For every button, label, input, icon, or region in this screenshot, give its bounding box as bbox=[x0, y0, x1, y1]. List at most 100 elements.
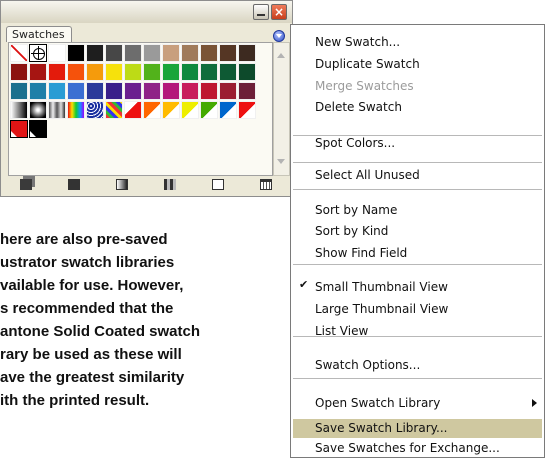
menu-item-sort-by-name[interactable]: Sort by Name bbox=[315, 201, 397, 219]
caption-line: ave the greatest similarity bbox=[0, 369, 185, 386]
menu-item-duplicate-swatch[interactable]: Duplicate Swatch bbox=[315, 55, 420, 73]
swatch-2a9cd4[interactable] bbox=[48, 82, 66, 100]
menu-item-list-view[interactable]: List View bbox=[315, 322, 368, 340]
swatch-be1730[interactable] bbox=[200, 82, 218, 100]
scroll-up-arrow-icon[interactable] bbox=[277, 53, 285, 58]
show-kinds-icon[interactable] bbox=[68, 179, 80, 190]
swatch-6b1f8f[interactable] bbox=[124, 82, 142, 100]
scroll-down-arrow-icon[interactable] bbox=[277, 159, 285, 164]
swatch-e31b0c[interactable] bbox=[48, 63, 66, 81]
minimize-button[interactable] bbox=[253, 4, 269, 20]
menu-item-save-swatches-for-exchange[interactable]: Save Swatches for Exchange... bbox=[315, 439, 500, 457]
swatch-c89f7e[interactable] bbox=[162, 44, 180, 62]
swatch-0f6d3c[interactable] bbox=[200, 63, 218, 81]
swatch-bddb16[interactable] bbox=[124, 63, 142, 81]
swatch-grid bbox=[8, 42, 273, 176]
swatch-9a9a9a[interactable] bbox=[143, 44, 161, 62]
submenu-arrow-icon bbox=[532, 399, 537, 407]
menu-item-merge-swatches: Merge Swatches bbox=[315, 79, 414, 93]
caption-line: vailable for use. However, bbox=[0, 277, 184, 294]
swatch-ffffff[interactable] bbox=[48, 44, 66, 62]
swatch-3d2a20[interactable] bbox=[238, 44, 256, 62]
swatch-6d1f38[interactable] bbox=[238, 82, 256, 100]
swatch-52b21b[interactable] bbox=[143, 63, 161, 81]
swatch-gradient-metal[interactable] bbox=[48, 101, 66, 119]
menu-separator bbox=[293, 189, 542, 190]
tab-swatches[interactable]: Swatches bbox=[6, 26, 72, 42]
swatch-0e8a3e[interactable] bbox=[181, 63, 199, 81]
caption-line: ith the printed result. bbox=[0, 392, 150, 409]
swatch-pattern-multi[interactable] bbox=[105, 101, 123, 119]
swatch-1b6f8e[interactable] bbox=[10, 82, 28, 100]
swatches-panel: × Swatches bbox=[0, 0, 293, 197]
swatch-2b3a9a[interactable] bbox=[86, 82, 104, 100]
menu-item-swatch-options[interactable]: Swatch Options... bbox=[315, 356, 420, 374]
panel-bottom-toolbar bbox=[8, 176, 290, 194]
swatch-pattern-arrow-5[interactable] bbox=[219, 101, 237, 119]
swatch-3a1f8a[interactable] bbox=[105, 82, 123, 100]
swatch-a07b5a[interactable] bbox=[181, 44, 199, 62]
swatch-c81d5a[interactable] bbox=[181, 82, 199, 100]
swatch-f6e10c[interactable] bbox=[105, 63, 123, 81]
swatch-pattern-flag[interactable] bbox=[124, 101, 142, 119]
menu-item-show-find-field[interactable]: Show Find Field bbox=[315, 244, 407, 262]
swatch-options-icon[interactable] bbox=[164, 179, 176, 190]
swatch-0e5a34[interactable] bbox=[219, 63, 237, 81]
vertical-scrollbar[interactable] bbox=[273, 42, 290, 176]
menu-item-large-thumbnail-view[interactable]: Large Thumbnail View bbox=[315, 300, 448, 318]
swatch-b4197a[interactable] bbox=[162, 82, 180, 100]
swatch-0d4a2b[interactable] bbox=[238, 63, 256, 81]
swatch-gradient-bw[interactable] bbox=[10, 101, 28, 119]
library-icon[interactable] bbox=[20, 179, 32, 190]
swatch-f5520c[interactable] bbox=[67, 63, 85, 81]
swatch-1f7fa8[interactable] bbox=[29, 82, 47, 100]
panel-titlebar[interactable]: × bbox=[1, 1, 292, 23]
caption-line: antone Solid Coated swatch bbox=[0, 323, 201, 340]
swatch-a61512[interactable] bbox=[29, 63, 47, 81]
menu-item-open-swatch-library[interactable]: Open Swatch Library bbox=[315, 394, 440, 412]
swatch-pattern-arrow-3[interactable] bbox=[181, 101, 199, 119]
swatch-474747[interactable] bbox=[105, 44, 123, 62]
swatch-pattern-blue[interactable] bbox=[86, 101, 104, 119]
swatch-7a5436[interactable] bbox=[200, 44, 218, 62]
instruction-caption: here are also pre-saved ustrator swatch … bbox=[0, 228, 290, 412]
swatch-pattern-arrow-6[interactable] bbox=[238, 101, 256, 119]
swatch-pattern-arrow-4[interactable] bbox=[200, 101, 218, 119]
menu-separator bbox=[293, 378, 542, 379]
gradient-icon[interactable] bbox=[116, 179, 128, 190]
swatch-8c1310[interactable] bbox=[10, 63, 28, 81]
menu-item-small-thumbnail-view[interactable]: Small Thumbnail View bbox=[315, 278, 448, 296]
caption-line: s recommended that the bbox=[0, 300, 174, 317]
panel-menu-button[interactable] bbox=[273, 30, 285, 42]
swatch-1e1e1e[interactable] bbox=[86, 44, 104, 62]
swatch-none[interactable] bbox=[10, 44, 28, 62]
swatch-000000[interactable] bbox=[67, 44, 85, 62]
close-button[interactable]: × bbox=[271, 4, 287, 20]
swatch-registration[interactable] bbox=[29, 44, 47, 62]
swatch-19a53a[interactable] bbox=[162, 63, 180, 81]
swatches-panel-menu: New Swatch... Duplicate Swatch Merge Swa… bbox=[290, 24, 545, 458]
swatch-pattern-arrow-1[interactable] bbox=[143, 101, 161, 119]
swatch-f59b0c[interactable] bbox=[86, 63, 104, 81]
swatch-000000[interactable] bbox=[29, 120, 47, 138]
swatch-3b6fd2[interactable] bbox=[67, 82, 85, 100]
swatch-8f2287[interactable] bbox=[143, 82, 161, 100]
menu-item-save-swatch-library[interactable]: Save Swatch Library... bbox=[315, 419, 447, 437]
swatch-gradient-radial[interactable] bbox=[29, 101, 47, 119]
swatch-pattern-arrow-2[interactable] bbox=[162, 101, 180, 119]
menu-item-spot-colors[interactable]: Spot Colors... bbox=[315, 134, 395, 152]
swatch-9b1e32[interactable] bbox=[219, 82, 237, 100]
menu-item-new-swatch[interactable]: New Swatch... bbox=[315, 33, 400, 51]
menu-item-select-all-unused[interactable]: Select All Unused bbox=[315, 166, 420, 184]
menu-item-sort-by-kind[interactable]: Sort by Kind bbox=[315, 222, 388, 240]
menu-item-delete-swatch[interactable]: Delete Swatch bbox=[315, 98, 402, 116]
swatch-gradient-rainbow[interactable] bbox=[67, 101, 85, 119]
trash-icon[interactable] bbox=[260, 179, 272, 190]
new-swatch-icon[interactable] bbox=[212, 179, 224, 190]
swatch-e01515[interactable] bbox=[10, 120, 28, 138]
swatch-6d6d6d[interactable] bbox=[124, 44, 142, 62]
caption-line: rary be used as these will bbox=[0, 346, 182, 363]
swatch-553624[interactable] bbox=[219, 44, 237, 62]
menu-separator bbox=[293, 162, 542, 163]
caption-line: here are also pre-saved bbox=[0, 231, 168, 248]
